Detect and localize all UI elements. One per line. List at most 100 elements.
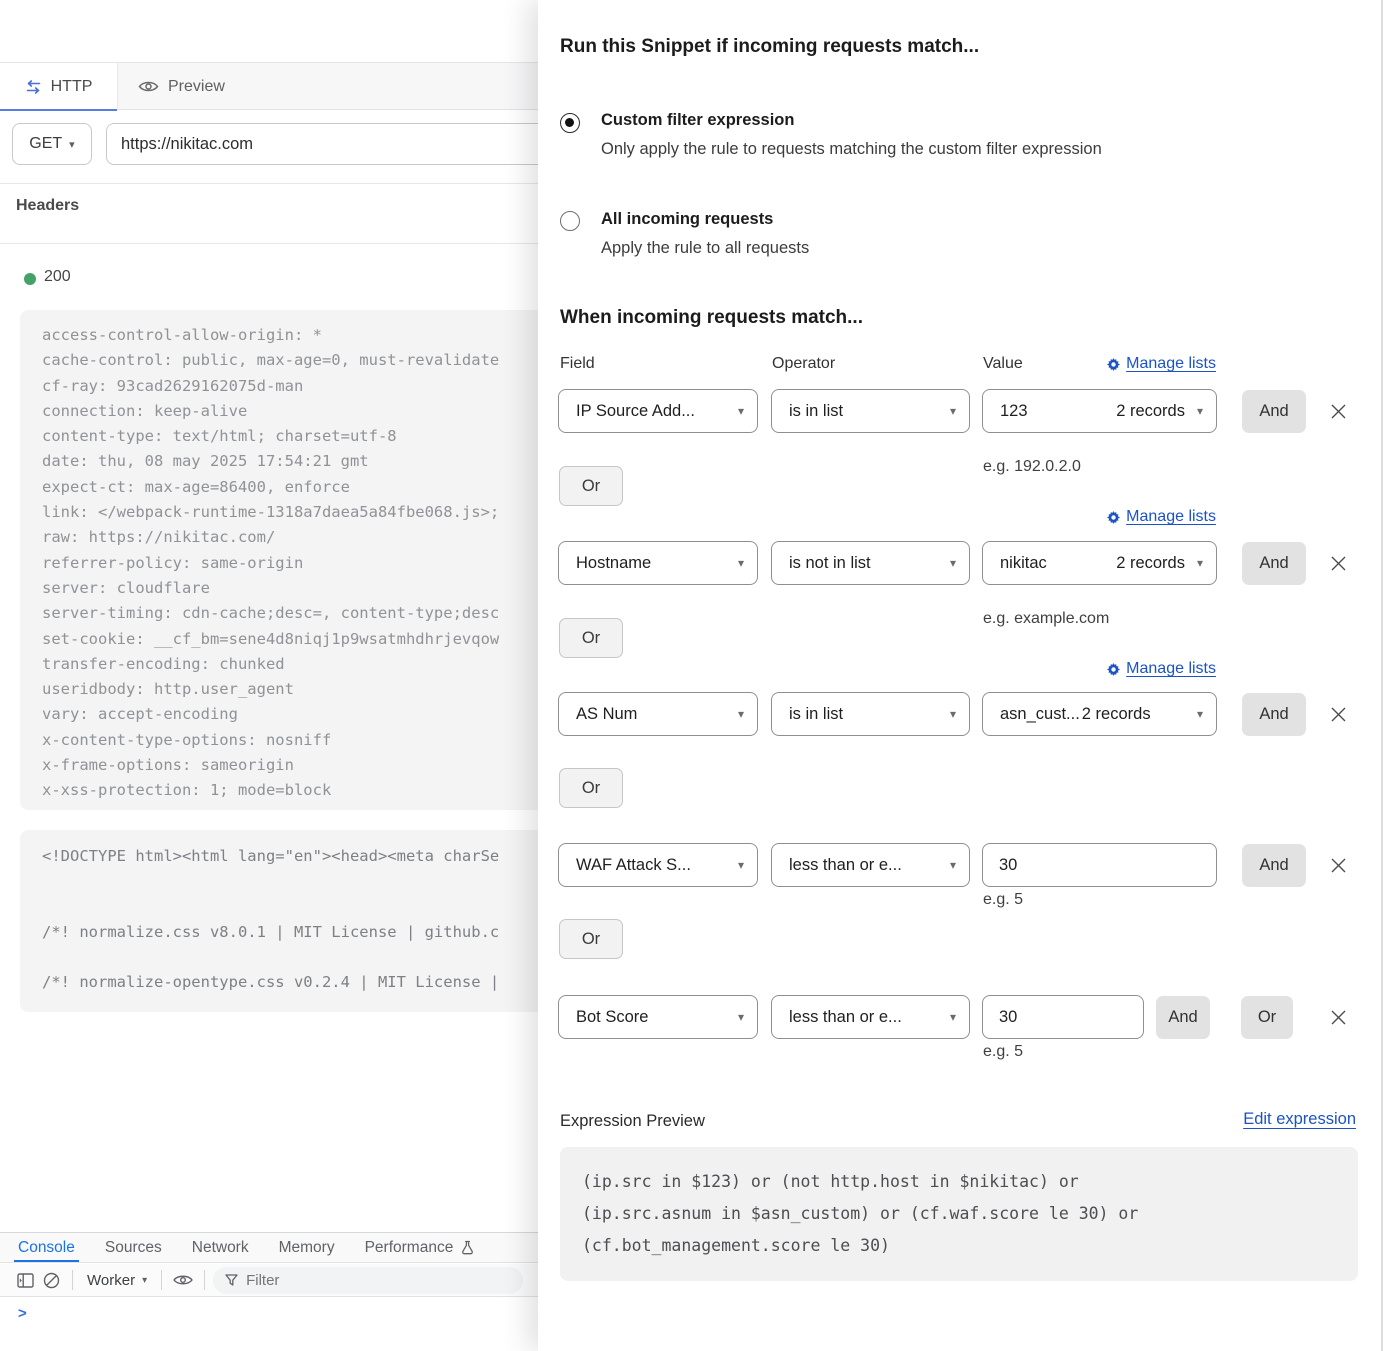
expression-preview-code: (ip.src in $123) or (not http.host in $n… [560,1147,1358,1281]
chevron-down-icon: ▾ [69,138,75,151]
operator-select[interactable]: less than or e...▾ [771,995,970,1039]
console-prompt[interactable]: > [18,1305,27,1322]
divider [0,243,545,244]
close-icon [1329,402,1348,421]
value-input[interactable] [982,843,1217,887]
list-record-count: 2 records [1082,705,1151,724]
response-headers-text: access-control-allow-origin: * cache-con… [42,323,545,804]
chevron-down-icon: ▾ [142,1275,147,1286]
value-list-select[interactable]: 123 2 records ▾ [982,389,1217,433]
devtools-tab-network[interactable]: Network [192,1233,249,1262]
devtools-tab-memory[interactable]: Memory [279,1233,335,1262]
and-button[interactable]: And [1242,693,1306,736]
experiment-flask-icon [461,1233,474,1262]
chevron-down-icon: ▾ [950,858,956,872]
chevron-down-icon: ▾ [950,404,956,418]
snippet-rule-panel: Run this Snippet if incoming requests ma… [538,0,1383,1351]
radio-all-requests-label: All incoming requests [601,210,773,229]
chevron-down-icon: ▾ [738,858,744,872]
column-label-value: Value [983,355,1023,373]
condition-row: Hostname▾ is not in list▾ nikitac 2 reco… [558,541,1348,585]
condition-row: WAF Attack S...▾ less than or e...▾ And [558,843,1348,887]
devtools-tab-console[interactable]: Console [18,1233,75,1262]
tab-http-label: HTTP [51,78,93,96]
value-list-select[interactable]: asn_cust... 2 records ▾ [982,692,1217,736]
value-list-select[interactable]: nikitac 2 records ▾ [982,541,1217,585]
response-body-block: <!DOCTYPE html><html lang="en"><head><me… [20,830,545,1012]
swap-arrows-icon [25,80,42,94]
or-separator-button[interactable]: Or [559,768,623,808]
tab-preview[interactable]: Preview [138,63,225,110]
devtools-tab-sources[interactable]: Sources [105,1233,162,1262]
and-button[interactable]: And [1156,996,1210,1039]
chevron-down-icon: ▾ [1197,707,1203,721]
divider [204,1270,205,1290]
remove-condition-button[interactable] [1329,1008,1348,1027]
tab-http[interactable]: HTTP [0,63,118,110]
response-body-text: <!DOCTYPE html><html lang="en"><head><me… [42,844,545,996]
divider [161,1270,162,1290]
console-sidebar-toggle-button[interactable] [12,1267,38,1293]
edit-expression-link[interactable]: Edit expression [1243,1110,1356,1129]
value-hint: e.g. 192.0.2.0 [983,458,1081,476]
devtools-tab-performance[interactable]: Performance [365,1233,454,1262]
manage-lists-link[interactable]: Manage lists [1107,355,1216,373]
radio-all-incoming-requests[interactable] [560,211,580,231]
clear-console-button[interactable] [38,1267,64,1293]
devtools-tabbar: Console Sources Network Memory Performan… [0,1232,545,1263]
remove-condition-button[interactable] [1329,705,1348,724]
console-filter-input[interactable] [246,1272,476,1289]
chevron-down-icon: ▾ [950,1010,956,1024]
close-icon [1329,705,1348,724]
list-record-count: 2 records [1116,554,1185,573]
chevron-down-icon: ▾ [950,556,956,570]
operator-select[interactable]: less than or e...▾ [771,843,970,887]
chevron-down-icon: ▾ [738,1010,744,1024]
manage-lists-link[interactable]: Manage lists [1107,660,1216,678]
radio-all-requests-description: Apply the rule to all requests [601,239,809,258]
or-separator-button[interactable]: Or [559,466,623,506]
manage-lists-link[interactable]: Manage lists [1107,508,1216,526]
operator-select[interactable]: is in list▾ [771,692,970,736]
console-filter[interactable] [213,1267,523,1294]
field-select[interactable]: Hostname▾ [558,541,758,585]
context-selector-label: Worker [87,1272,135,1289]
method-dropdown[interactable]: GET ▾ [12,123,92,165]
value-hint: e.g. 5 [983,891,1023,909]
field-select[interactable]: Bot Score▾ [558,995,758,1039]
chevron-down-icon: ▾ [1197,404,1203,418]
and-button[interactable]: And [1242,390,1306,433]
remove-condition-button[interactable] [1329,402,1348,421]
url-input[interactable] [106,123,545,165]
and-button[interactable]: And [1242,542,1306,585]
eye-watch-button[interactable] [170,1267,196,1293]
tab-preview-label: Preview [168,78,225,96]
or-button[interactable]: Or [1241,996,1293,1039]
or-separator-button[interactable]: Or [559,919,623,959]
value-hint: e.g. example.com [983,610,1109,628]
radio-custom-filter-expression[interactable] [560,113,580,133]
remove-condition-button[interactable] [1329,554,1348,573]
chevron-down-icon: ▾ [950,707,956,721]
status-code: 200 [44,268,71,286]
gear-icon [1107,663,1120,676]
close-icon [1329,856,1348,875]
context-selector-dropdown[interactable]: Worker ▾ [81,1272,153,1289]
operator-select[interactable]: is in list▾ [771,389,970,433]
condition-row: AS Num▾ is in list▾ asn_cust... 2 record… [558,692,1348,736]
remove-condition-button[interactable] [1329,856,1348,875]
console-toolbar: Worker ▾ [0,1264,545,1297]
field-select[interactable]: AS Num▾ [558,692,758,736]
field-select[interactable]: IP Source Add...▾ [558,389,758,433]
value-input[interactable] [982,995,1144,1039]
eye-icon [138,80,159,93]
column-label-field: Field [560,355,595,373]
column-label-operator: Operator [772,355,835,373]
chevron-down-icon: ▾ [738,404,744,418]
or-separator-button[interactable]: Or [559,618,623,658]
app-root: HTTP Preview GET ▾ Headers 200 access-co… [0,0,1383,1351]
field-select[interactable]: WAF Attack S...▾ [558,843,758,887]
and-button[interactable]: And [1242,844,1306,887]
operator-select[interactable]: is not in list▾ [771,541,970,585]
gear-icon [1107,358,1120,371]
